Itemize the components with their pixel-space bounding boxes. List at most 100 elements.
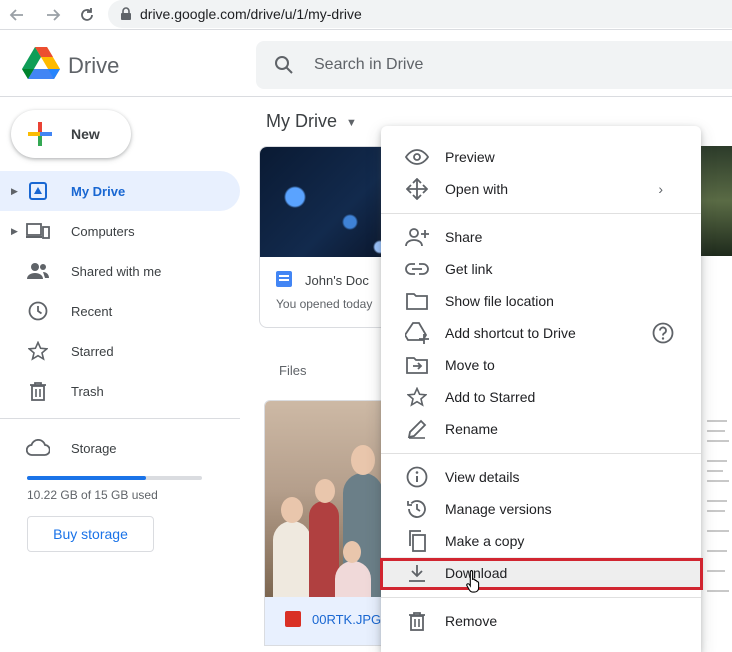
sidebar-item-label: Trash xyxy=(71,383,104,399)
sidebar-item-trash[interactable]: Trash xyxy=(0,371,240,411)
pencil-icon xyxy=(405,417,429,441)
address-bar[interactable]: drive.google.com/drive/u/1/my-drive xyxy=(108,0,732,28)
menu-item-add-to-starred[interactable]: Add to Starred xyxy=(381,381,701,413)
menu-item-label: Add shortcut to Drive xyxy=(445,325,576,341)
download-highlight-box xyxy=(380,558,703,590)
storage-label: Storage xyxy=(71,440,117,456)
menu-item-share[interactable]: Share xyxy=(381,221,701,253)
menu-divider xyxy=(381,213,701,214)
sidebar-item-shared[interactable]: Shared with me xyxy=(0,251,240,291)
storage-progress-fill xyxy=(27,476,146,480)
trash-icon xyxy=(26,379,50,403)
new-button[interactable]: New xyxy=(11,110,131,158)
menu-item-show-file-location[interactable]: Show file location xyxy=(381,285,701,317)
photo-file-footer: 00RTK.JPG xyxy=(265,597,387,645)
sidebar-item-label: Shared with me xyxy=(71,263,162,279)
menu-item-move-to[interactable]: Move to xyxy=(381,349,701,381)
back-arrow-icon[interactable] xyxy=(6,4,28,26)
menu-item-add-shortcut[interactable]: Add shortcut to Drive xyxy=(381,317,701,349)
menu-item-preview[interactable]: Preview xyxy=(381,141,701,173)
storage-progress-bar xyxy=(27,476,202,480)
browser-toolbar: drive.google.com/drive/u/1/my-drive xyxy=(0,0,732,30)
menu-item-open-with[interactable]: Open with › xyxy=(381,173,701,205)
sidebar-item-label: Recent xyxy=(71,303,113,319)
app-title: Drive xyxy=(68,53,120,78)
menu-item-label: Make a copy xyxy=(445,533,525,549)
photo-file-card[interactable]: 00RTK.JPG xyxy=(264,400,388,646)
storage-used-text: 10.22 GB of 15 GB used xyxy=(27,488,158,502)
menu-item-label: Preview xyxy=(445,149,495,165)
hand-cursor-icon xyxy=(466,569,482,593)
sidebar-item-computers[interactable]: ▶ Computers xyxy=(0,211,240,251)
menu-item-rename[interactable]: Rename xyxy=(381,413,701,445)
add-shortcut-icon xyxy=(405,321,429,345)
star-icon xyxy=(26,339,50,363)
forward-arrow-icon[interactable] xyxy=(42,4,64,26)
menu-item-label: Show file location xyxy=(445,293,554,309)
image-file-icon xyxy=(285,611,301,627)
link-icon xyxy=(405,257,429,281)
suggested-file-card[interactable]: John's Doc You opened today xyxy=(259,146,399,328)
star-outline-icon xyxy=(405,385,429,409)
computers-icon xyxy=(26,219,50,243)
move-to-icon xyxy=(405,353,429,377)
menu-item-make-a-copy[interactable]: Make a copy xyxy=(381,525,701,557)
sidebar-item-storage[interactable]: Storage xyxy=(0,428,240,468)
my-drive-icon xyxy=(26,179,50,203)
folder-icon xyxy=(405,289,429,313)
menu-item-label: Open with xyxy=(445,181,509,197)
docs-icon xyxy=(276,271,292,287)
reload-icon[interactable] xyxy=(76,4,98,26)
menu-item-label: Get link xyxy=(445,261,493,277)
menu-item-manage-versions[interactable]: Manage versions xyxy=(381,493,701,525)
file-name: 00RTK.JPG xyxy=(312,612,382,627)
sidebar-item-my-drive[interactable]: ▶ My Drive xyxy=(0,171,240,211)
search-icon[interactable] xyxy=(274,55,294,75)
shared-icon xyxy=(26,259,50,283)
help-icon[interactable] xyxy=(651,321,675,345)
file-name: John's Doc xyxy=(305,273,369,288)
menu-divider xyxy=(381,597,701,598)
drive-logo-icon[interactable] xyxy=(22,47,60,81)
sidebar-item-label: Starred xyxy=(71,343,114,359)
search-box[interactable]: Search in Drive xyxy=(256,41,732,89)
menu-item-view-details[interactable]: View details xyxy=(381,461,701,493)
eye-icon xyxy=(405,145,429,169)
plus-icon xyxy=(27,121,53,147)
info-icon xyxy=(405,465,429,489)
sidebar-item-label: My Drive xyxy=(71,183,126,199)
menu-item-label: Manage versions xyxy=(445,501,552,517)
file-thumbnail xyxy=(260,147,398,257)
chevron-right-icon: › xyxy=(658,181,663,197)
chevron-down-icon[interactable]: ▼ xyxy=(346,117,357,129)
menu-item-label: View details xyxy=(445,469,520,485)
move-arrows-icon xyxy=(405,177,429,201)
file-subtitle: You opened today xyxy=(276,297,373,311)
menu-item-label: Add to Starred xyxy=(445,389,536,405)
menu-item-remove[interactable]: Remove xyxy=(381,605,701,637)
buy-storage-button[interactable]: Buy storage xyxy=(27,516,154,552)
copy-icon xyxy=(405,529,429,553)
expand-caret-icon[interactable]: ▶ xyxy=(11,226,18,237)
menu-item-label: Rename xyxy=(445,421,498,437)
photo-thumbnail xyxy=(265,401,387,601)
document-thumbnail[interactable] xyxy=(700,400,732,646)
page-title[interactable]: My Drive xyxy=(266,111,337,132)
sidebar-item-label: Computers xyxy=(71,223,135,239)
menu-item-get-link[interactable]: Get link xyxy=(381,253,701,285)
sidebar-divider xyxy=(0,418,240,419)
cloud-icon xyxy=(26,436,50,460)
history-icon xyxy=(405,497,429,521)
expand-caret-icon[interactable]: ▶ xyxy=(11,186,18,197)
file-thumbnail[interactable] xyxy=(700,146,732,256)
new-button-label: New xyxy=(71,126,100,142)
menu-item-label: Remove xyxy=(445,613,498,629)
menu-item-label: Share xyxy=(445,229,483,245)
lock-icon xyxy=(120,7,132,21)
files-section-label: Files xyxy=(279,363,307,378)
menu-divider xyxy=(381,453,701,454)
sidebar-item-starred[interactable]: Starred xyxy=(0,331,240,371)
sidebar-item-recent[interactable]: Recent xyxy=(0,291,240,331)
app-header: Drive Search in Drive xyxy=(0,31,732,97)
search-input[interactable]: Search in Drive xyxy=(314,56,423,74)
